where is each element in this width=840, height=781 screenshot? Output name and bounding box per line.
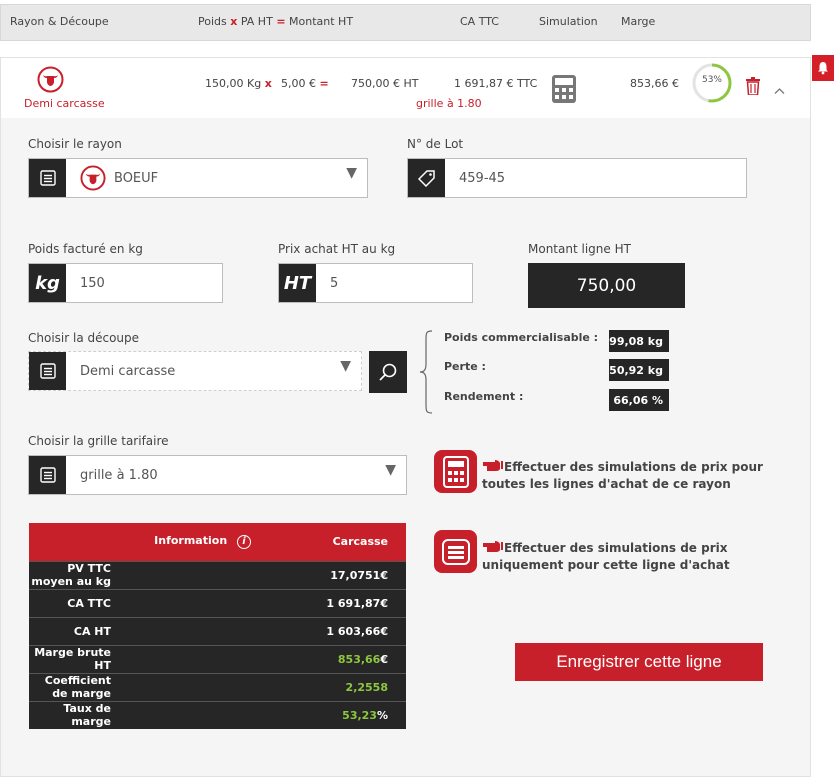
progress-label: 53% [701,75,722,85]
tag-icon [417,170,435,187]
column-header-bar: Rayon & Découpe Poids x PA HT = Montant … [0,4,811,41]
info-icon[interactable]: i [237,535,251,550]
list-icon-box [29,159,66,197]
purchase-line-card: Demi carcasse 150,00 Kg x 5,00 € = 750,0… [0,57,811,777]
list-icon [39,170,56,186]
rayon-value: BOEUF [114,170,159,186]
tag-icon-box [408,159,445,197]
search-icon [379,363,397,381]
bell-icon [818,62,828,75]
decoupe-label: Choisir la découpe [28,331,140,345]
poids-commercialisable-label: Poids commercialisable : [444,331,599,344]
row-value: 1 603,66€ [269,616,406,645]
search-decoupe-button[interactable] [369,351,407,393]
beef-icon [37,66,64,93]
table-row: Taux de marge 53,23% [29,700,406,729]
prix-label: Prix achat HT au kg [278,242,396,256]
table-row: CA HT 1 603,66€ [29,616,406,645]
col-marge: Marge [621,15,656,28]
summary-decoupe: Demi carcasse [24,97,105,110]
rendement-label: Rendement : [444,390,524,403]
delete-line-button[interactable] [746,77,760,99]
grille-select[interactable]: grille à 1.80 ▼ [28,455,407,495]
col-formula: Poids x PA HT = Montant HT [198,15,354,28]
simulate-all-text: Effectuer des simulations de prix pour t… [482,460,763,491]
kg-prefix: kg [29,264,66,302]
collapse-button[interactable] [774,80,785,99]
row-value: 1 691,87€ [269,588,406,617]
caret-down-icon: ▼ [340,358,351,374]
decoupe-value: Demi carcasse [80,363,176,379]
row-label: Coefficient de marge [29,672,269,701]
caret-down-icon: ▼ [346,165,357,181]
table-row: CA TTC 1 691,87€ [29,588,406,617]
poids-commercialisable-value: 99,08 kg [609,330,669,352]
summary-marge: 853,66 € [630,77,679,90]
table-row: Coefficient de marge 2,2558 [29,672,406,701]
decoupe-select[interactable]: Demi carcasse ▼ [28,351,362,391]
col-ca: CA TTC [460,15,499,28]
rayon-select[interactable]: BOEUF ▼ [28,158,368,198]
prix-input[interactable]: HT 5 [278,263,473,303]
calculator-icon [552,75,576,103]
trash-icon [746,77,760,96]
margin-progress-ring: 53% [691,62,733,104]
list-lines-icon [441,538,470,565]
row-label: CA HT [29,616,269,645]
lot-input[interactable]: 459-45 [407,158,747,198]
list-icon [39,467,56,483]
table-row: PV TTC moyen au kg 17,0751€ [29,560,406,589]
calculator-icon [442,455,469,488]
poids-label: Poids facturé en kg [28,242,143,256]
list-icon [39,363,56,379]
grille-label: Choisir la grille tarifaire [28,434,169,448]
row-label: PV TTC moyen au kg [29,560,269,589]
montant-value: 750,00 [528,263,685,308]
simulate-line-button[interactable] [434,530,477,573]
summary-ca-ttc: 1 691,87 € TTC [454,77,538,90]
info-table: Information i Carcasse PV TTC moyen au k… [29,523,406,729]
row-value: 2,2558 [269,672,406,701]
row-value: 853,66€ [269,644,406,673]
line-summary: Demi carcasse 150,00 Kg x 5,00 € = 750,0… [1,58,810,118]
save-line-button[interactable]: Enregistrer cette ligne [515,643,763,681]
carcasse-header-cell: Carcasse [269,523,406,561]
perte-value: 50,92 kg [609,359,669,381]
row-label: Marge brute HT [29,644,269,673]
lot-label: N° de Lot [407,137,464,151]
row-label: Taux de marge [29,700,269,729]
beef-icon [80,165,106,191]
summary-grille: grille à 1.80 [416,97,482,110]
chevron-up-icon [774,88,785,94]
summary-pa: 5,00 € = [281,77,329,90]
poids-input[interactable]: kg 150 [28,263,223,303]
row-label: CA TTC [29,588,269,617]
grille-value: grille à 1.80 [80,467,158,483]
info-header-cell: Information i [29,523,269,561]
rayon-label: Choisir le rayon [28,137,122,151]
caret-down-icon: ▼ [385,462,396,478]
row-value: 53,23% [269,700,406,729]
list-icon-box [29,456,66,494]
brace-icon [419,330,433,414]
col-rayon: Rayon & Découpe [10,15,109,28]
montant-label: Montant ligne HT [528,242,631,256]
rendement-value: 66,06 % [609,389,669,411]
perte-label: Perte : [444,360,486,373]
list-icon-box [29,352,66,390]
table-row: Marge brute HT 853,66€ [29,644,406,673]
simulate-all-button[interactable] [434,450,477,493]
ht-prefix: HT [279,264,316,302]
simulation-calculator-button[interactable] [551,74,577,104]
prix-value: 5 [330,275,339,291]
notification-bell-button[interactable] [812,55,834,81]
summary-montant: 750,00 € HT [351,77,419,90]
poids-value: 150 [80,275,105,291]
info-table-header: Information i Carcasse [29,523,406,561]
simulate-line-text: Effectuer des simulations de prix unique… [482,541,730,572]
row-value: 17,0751€ [269,560,406,589]
summary-poids: 150,00 Kg x [205,77,272,90]
col-simulation: Simulation [539,15,598,28]
lot-value: 459-45 [459,170,506,186]
